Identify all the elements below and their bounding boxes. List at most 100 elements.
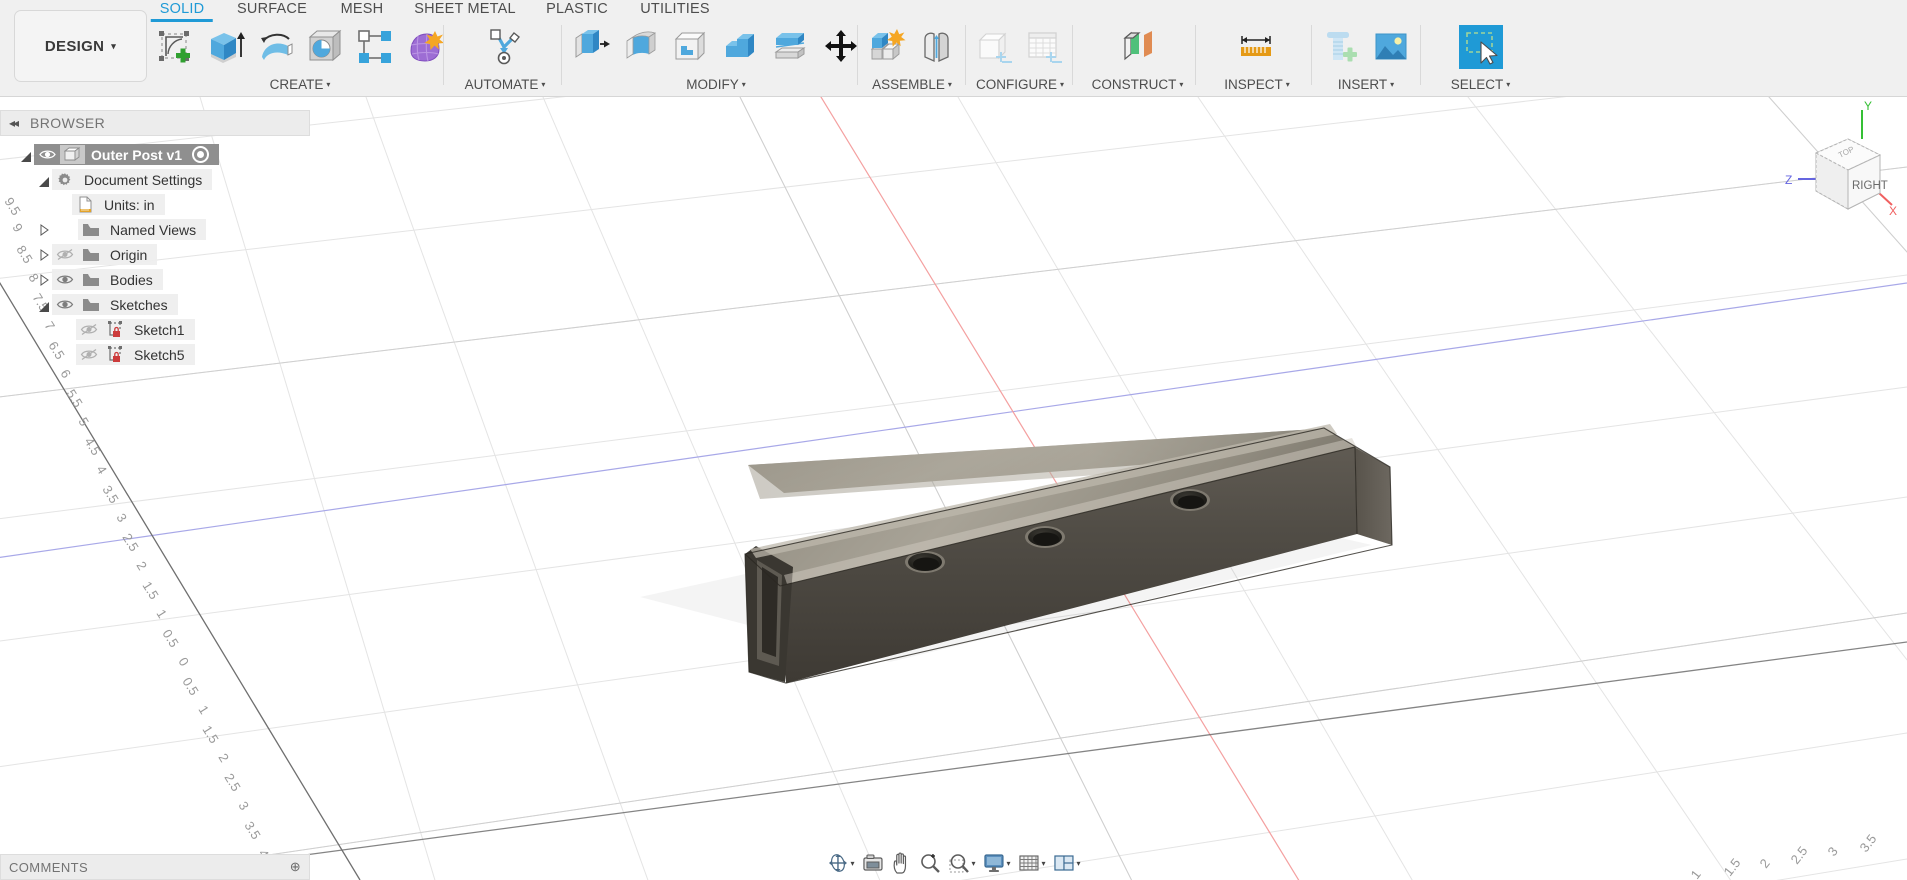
shell-icon[interactable]: [669, 25, 713, 69]
tree-item-units[interactable]: Units: in: [0, 192, 310, 217]
press-pull-icon[interactable]: [569, 25, 613, 69]
svg-text:0: 0: [175, 655, 192, 669]
measure-icon[interactable]: [1235, 25, 1279, 69]
expander-open-icon[interactable]: [36, 300, 52, 312]
panel-label-assemble[interactable]: ASSEMBLE ▾: [872, 77, 952, 92]
panel-divider: [965, 25, 966, 85]
visibility-eye-hidden-icon[interactable]: [76, 323, 102, 336]
fillet-icon[interactable]: [619, 25, 663, 69]
browser-header[interactable]: ◂◂ BROWSER: [0, 110, 310, 136]
panel-label-select[interactable]: SELECT ▾: [1451, 77, 1511, 92]
tab-utilities[interactable]: UTILITIES: [640, 1, 709, 17]
view-cube-face-label: RIGHT: [1852, 180, 1888, 192]
visibility-eye-hidden-icon[interactable]: [76, 348, 102, 361]
visibility-eye-icon[interactable]: [52, 298, 78, 311]
panel-label-insert[interactable]: INSERT ▾: [1338, 77, 1394, 92]
tab-plastic[interactable]: PLASTIC: [546, 1, 608, 17]
insert-mcmaster-icon[interactable]: [1319, 25, 1363, 69]
tree-item-label: Sketch1: [134, 321, 185, 338]
zoom-window-button[interactable]: ▾: [944, 849, 978, 877]
display-settings-button[interactable]: ▾: [979, 849, 1013, 877]
combine-icon[interactable]: [719, 25, 763, 69]
look-at-button[interactable]: [858, 849, 886, 877]
axis-y-label: Y: [1864, 99, 1872, 113]
new-sketch-icon[interactable]: [153, 25, 197, 69]
tree-item-origin[interactable]: Origin: [0, 242, 310, 267]
sphere-icon[interactable]: [303, 25, 347, 69]
tree-item-label: Bodies: [110, 271, 153, 288]
panel-label-inspect[interactable]: INSPECT ▾: [1224, 77, 1290, 92]
tree-item-document-settings[interactable]: Document Settings: [0, 167, 310, 192]
panel-label-create[interactable]: CREATE ▾: [270, 77, 331, 92]
tab-solid[interactable]: SOLID: [150, 1, 213, 22]
svg-text:2.5: 2.5: [221, 771, 243, 794]
tree-item-named-views[interactable]: Named Views: [0, 217, 310, 242]
grid-snaps-button[interactable]: ▾: [1015, 849, 1049, 877]
expander-closed-icon[interactable]: [36, 248, 52, 261]
tab-sheet-metal[interactable]: SHEET METAL: [414, 1, 516, 17]
visibility-eye-icon[interactable]: [52, 273, 78, 286]
zoom-button[interactable]: [915, 849, 943, 877]
panel-divider: [443, 25, 444, 85]
extrude-icon[interactable]: [203, 25, 247, 69]
expander-closed-icon[interactable]: [36, 273, 52, 286]
orbit-button[interactable]: ▾: [823, 849, 857, 877]
axis-x-label: X: [1889, 204, 1897, 217]
panel-construct: CONSTRUCT ▾: [1080, 20, 1195, 97]
visibility-eye-hidden-icon[interactable]: [52, 248, 78, 261]
activate-component-radio[interactable]: [192, 146, 210, 163]
expander-closed-icon[interactable]: [36, 223, 52, 236]
configuration-table-icon[interactable]: [1023, 25, 1067, 69]
panel-label-modify[interactable]: MODIFY ▾: [686, 77, 746, 92]
tree-item-outer-post-v1[interactable]: Outer Post v1: [0, 142, 310, 167]
panel-insert: INSERT ▾: [1319, 20, 1413, 97]
svg-text:2: 2: [1757, 856, 1773, 871]
chevron-down-icon[interactable]: ▾: [971, 859, 975, 868]
counterbore-hole-2: [1025, 526, 1065, 548]
chevron-down-icon: ▾: [1506, 80, 1511, 89]
expander-open-icon[interactable]: [18, 150, 34, 162]
chevron-down-icon[interactable]: ▾: [1006, 859, 1010, 868]
browser-panel: ◂◂ BROWSER Outer Post v1 Document Settin…: [0, 110, 310, 367]
tree-item-sketch1[interactable]: Sketch1: [0, 317, 310, 342]
pattern-icon[interactable]: [353, 25, 397, 69]
tab-mesh[interactable]: MESH: [341, 1, 384, 17]
add-comment-icon[interactable]: ⊕: [290, 859, 301, 875]
new-configuration-icon[interactable]: [973, 25, 1017, 69]
revolve-icon[interactable]: [253, 25, 297, 69]
visibility-eye-icon[interactable]: [34, 149, 60, 160]
svg-text:0.5: 0.5: [179, 675, 201, 698]
tree-item-sketch5[interactable]: Sketch5: [0, 342, 310, 367]
panel-label-construct[interactable]: CONSTRUCT ▾: [1092, 77, 1184, 92]
chevron-down-icon[interactable]: ▾: [1042, 859, 1046, 868]
navigation-bar: ▾ ▾ ▾ ▾ ▾: [823, 848, 1083, 878]
panel-label-automate[interactable]: AUTOMATE ▾: [465, 77, 546, 92]
panel-configure: CONFIGURE ▾: [973, 20, 1067, 97]
chevron-down-icon[interactable]: ▾: [1077, 859, 1081, 868]
offset-plane-icon[interactable]: [1116, 25, 1160, 69]
form-icon[interactable]: [403, 25, 447, 69]
folder-icon: [78, 248, 104, 262]
chevron-down-icon[interactable]: ▾: [850, 859, 854, 868]
new-component-icon[interactable]: [865, 25, 909, 69]
joint-icon[interactable]: [915, 25, 959, 69]
panel-label-configure[interactable]: CONFIGURE ▾: [976, 77, 1064, 92]
panel-divider: [857, 25, 858, 85]
chevron-down-icon: ▾: [111, 40, 117, 51]
tab-surface[interactable]: SURFACE: [237, 1, 307, 17]
panel-automate: AUTOMATE ▾: [451, 20, 559, 97]
workspace-switcher-button[interactable]: DESIGN ▾: [14, 10, 147, 82]
chevron-down-icon: ▾: [326, 80, 331, 89]
tree-item-bodies[interactable]: Bodies: [0, 267, 310, 292]
comments-panel-header[interactable]: COMMENTS ⊕: [0, 854, 310, 880]
select-window-icon[interactable]: [1458, 25, 1503, 69]
automate-icon[interactable]: [483, 25, 527, 69]
pan-button[interactable]: [887, 849, 914, 877]
split-face-icon[interactable]: [769, 25, 813, 69]
expander-open-icon[interactable]: [36, 175, 52, 187]
tree-item-sketches[interactable]: Sketches: [0, 292, 310, 317]
view-cube[interactable]: Y Z X RIGHT TOP: [1784, 97, 1901, 217]
insert-canvas-icon[interactable]: [1369, 25, 1413, 69]
viewports-button[interactable]: ▾: [1050, 849, 1084, 877]
collapse-panel-icon[interactable]: ◂◂: [9, 116, 19, 130]
